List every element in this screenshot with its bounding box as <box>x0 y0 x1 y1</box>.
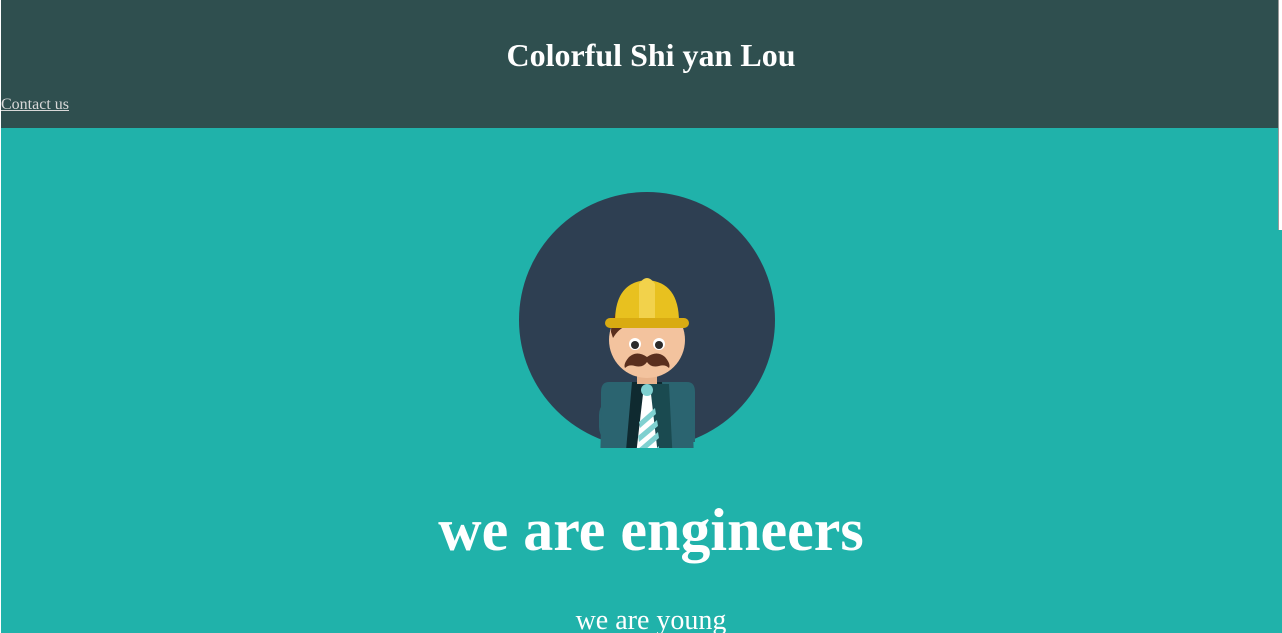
hero-subheading: we are young <box>575 605 727 633</box>
contact-us-link[interactable]: Contact us <box>1 95 69 115</box>
page: Colorful Shi yan Lou Contact us we are e… <box>0 0 1282 633</box>
site-header: Colorful Shi yan Lou Contact us <box>1 0 1279 128</box>
site-title: Colorful Shi yan Lou <box>506 37 796 73</box>
page-left-border <box>0 0 1 633</box>
hero-heading: we are engineers <box>438 497 864 563</box>
scrollbar[interactable] <box>1278 0 1282 230</box>
hero-section: we are engineers we are young <box>1 128 1282 633</box>
engineer-avatar-icon <box>519 192 775 448</box>
